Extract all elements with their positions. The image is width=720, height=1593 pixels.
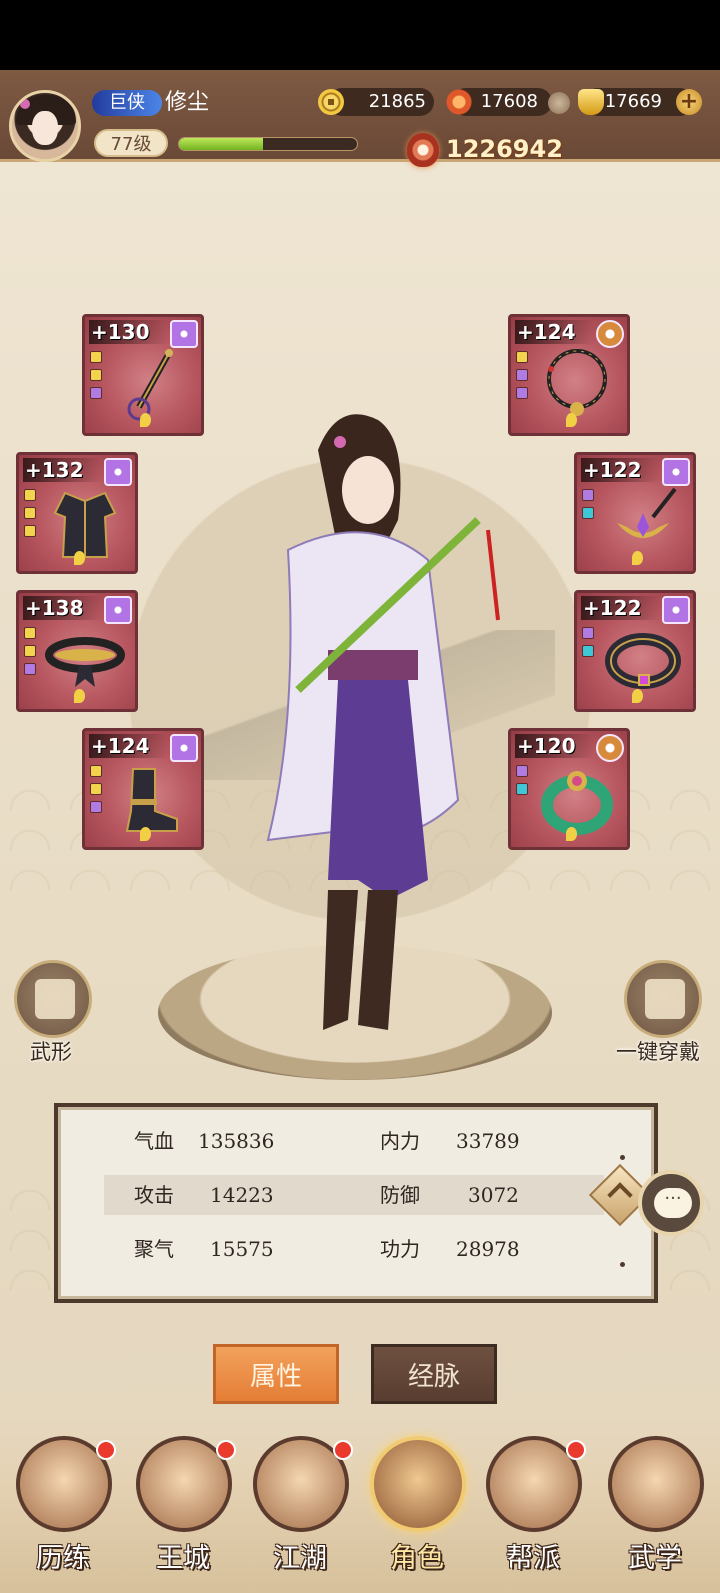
grade-gold-icon bbox=[596, 320, 624, 348]
nav-label: 江湖 bbox=[273, 1543, 327, 1574]
stat-value: 28978 bbox=[456, 1237, 520, 1261]
necklace-icon bbox=[547, 349, 607, 416]
stat-label: 聚气 bbox=[134, 1237, 174, 1261]
stat-label: 气血 bbox=[134, 1129, 174, 1153]
grade-purple-icon bbox=[104, 458, 132, 486]
grade-purple-icon bbox=[104, 596, 132, 624]
stat-value: 14223 bbox=[210, 1183, 274, 1207]
enhance-mark-icon bbox=[566, 827, 577, 841]
stat-label: 攻击 bbox=[134, 1183, 174, 1207]
belt-icon bbox=[45, 637, 125, 687]
xp-progress-bar bbox=[178, 137, 358, 151]
equip-slot-necklace[interactable]: +124 bbox=[508, 314, 630, 436]
scroll-icon bbox=[608, 1436, 704, 1532]
notification-dot bbox=[566, 1440, 586, 1460]
grade-gold-icon bbox=[596, 734, 624, 762]
swirl-icon bbox=[548, 92, 570, 114]
flame-leaf-icon bbox=[446, 89, 472, 115]
stat-value: 3072 bbox=[468, 1183, 519, 1207]
enhance-mark-icon bbox=[74, 551, 85, 565]
stat-value: 33789 bbox=[456, 1129, 520, 1153]
enhance-level: +124 bbox=[89, 734, 168, 758]
enhance-level: +130 bbox=[89, 320, 168, 344]
stat-label: 功力 bbox=[380, 1237, 420, 1261]
nav-royal-city[interactable]: 王城 bbox=[128, 1436, 238, 1586]
enhance-level: +138 bbox=[23, 596, 102, 620]
level-badge: 77级 bbox=[94, 129, 168, 157]
notification-dot bbox=[216, 1440, 236, 1460]
gold-ingot-icon bbox=[578, 89, 604, 115]
recharge-plus-button[interactable]: + bbox=[676, 89, 702, 115]
combat-power-value: 1226942 bbox=[446, 135, 563, 163]
enhance-level: +122 bbox=[581, 596, 660, 620]
equip-slot-ring[interactable]: +120 bbox=[508, 728, 630, 850]
stat-row: 攻击 14223 防御 3072 bbox=[104, 1175, 604, 1215]
equip-slot-boots[interactable]: +124 bbox=[82, 728, 204, 850]
nav-jianghu[interactable]: 江湖 bbox=[245, 1436, 355, 1586]
equip-slot-belt[interactable]: +138 bbox=[16, 590, 138, 712]
grade-purple-icon bbox=[662, 458, 690, 486]
nav-guild[interactable]: 帮派 bbox=[478, 1436, 588, 1586]
enhance-level: +122 bbox=[581, 458, 660, 482]
nav-label: 帮派 bbox=[506, 1543, 560, 1574]
tab-meridians[interactable]: 经脉 bbox=[371, 1344, 497, 1404]
hair-ornament-icon bbox=[617, 487, 677, 538]
bracelet-icon bbox=[605, 633, 681, 689]
stat-row: 聚气 15575 功力 28978 bbox=[104, 1229, 604, 1269]
equip-slot-bracelet[interactable]: +122 bbox=[574, 590, 696, 712]
notification-dot bbox=[333, 1440, 353, 1460]
stat-value: 135836 bbox=[198, 1129, 275, 1153]
combat-power-icon bbox=[407, 133, 439, 167]
title-badge: 巨侠 bbox=[92, 90, 162, 116]
notification-dot bbox=[96, 1440, 116, 1460]
nav-label: 武学 bbox=[628, 1543, 682, 1574]
equip-slot-armor[interactable]: +132 bbox=[16, 452, 138, 574]
stat-value: 15575 bbox=[210, 1237, 274, 1261]
enhance-level: +120 bbox=[515, 734, 594, 758]
stat-label: 内力 bbox=[380, 1129, 420, 1153]
one-click-equip-label: 一键穿戴 bbox=[616, 1040, 700, 1064]
nav-label: 历练 bbox=[36, 1543, 90, 1574]
scroll-indicator bbox=[620, 1155, 625, 1160]
nav-label: 角色 bbox=[390, 1543, 444, 1574]
player-name: 修尘 bbox=[165, 90, 210, 115]
enhance-mark-icon bbox=[74, 689, 85, 703]
equip-slot-weapon[interactable]: +130 bbox=[82, 314, 204, 436]
tab-attributes[interactable]: 属性 bbox=[213, 1344, 339, 1404]
enhance-mark-icon bbox=[566, 413, 577, 427]
status-bar bbox=[0, 0, 720, 70]
boots-icon bbox=[125, 768, 178, 832]
stats-panel: 气血 135836 内力 33789 攻击 14223 防御 3072 聚气 1… bbox=[54, 1103, 658, 1303]
stat-label: 防御 bbox=[380, 1183, 420, 1207]
scroll-indicator bbox=[620, 1262, 625, 1267]
nav-label: 王城 bbox=[156, 1543, 210, 1574]
copper-coin-icon bbox=[318, 89, 344, 115]
enhance-mark-icon bbox=[632, 689, 643, 703]
enhance-level: +132 bbox=[23, 458, 102, 482]
enhance-mark-icon bbox=[140, 827, 151, 841]
chat-bubble-icon: ··· bbox=[654, 1188, 692, 1218]
enhance-mark-icon bbox=[140, 413, 151, 427]
character-model[interactable] bbox=[228, 400, 518, 1050]
grade-purple-icon bbox=[170, 734, 198, 762]
nav-martial-arts[interactable]: 武学 bbox=[600, 1436, 710, 1586]
jade-ring-icon bbox=[541, 771, 613, 835]
equip-slot-hairpin[interactable]: +122 bbox=[574, 452, 696, 574]
nav-training[interactable]: 历练 bbox=[8, 1436, 118, 1586]
robe-armor-icon bbox=[53, 491, 117, 558]
enhance-level: +124 bbox=[515, 320, 594, 344]
character-hat-icon bbox=[370, 1436, 466, 1532]
martial-form-label: 武形 bbox=[30, 1040, 72, 1064]
chat-button[interactable]: ··· bbox=[638, 1170, 704, 1236]
grade-purple-icon bbox=[170, 320, 198, 348]
player-avatar[interactable] bbox=[9, 90, 81, 162]
grade-purple-icon bbox=[662, 596, 690, 624]
one-click-equip-button[interactable] bbox=[624, 960, 702, 1038]
martial-form-button[interactable] bbox=[14, 960, 92, 1038]
nav-character[interactable]: 角色 bbox=[362, 1436, 472, 1586]
enhance-mark-icon bbox=[632, 551, 643, 565]
whip-weapon-icon bbox=[127, 349, 173, 421]
stat-row: 气血 135836 内力 33789 bbox=[104, 1121, 604, 1161]
